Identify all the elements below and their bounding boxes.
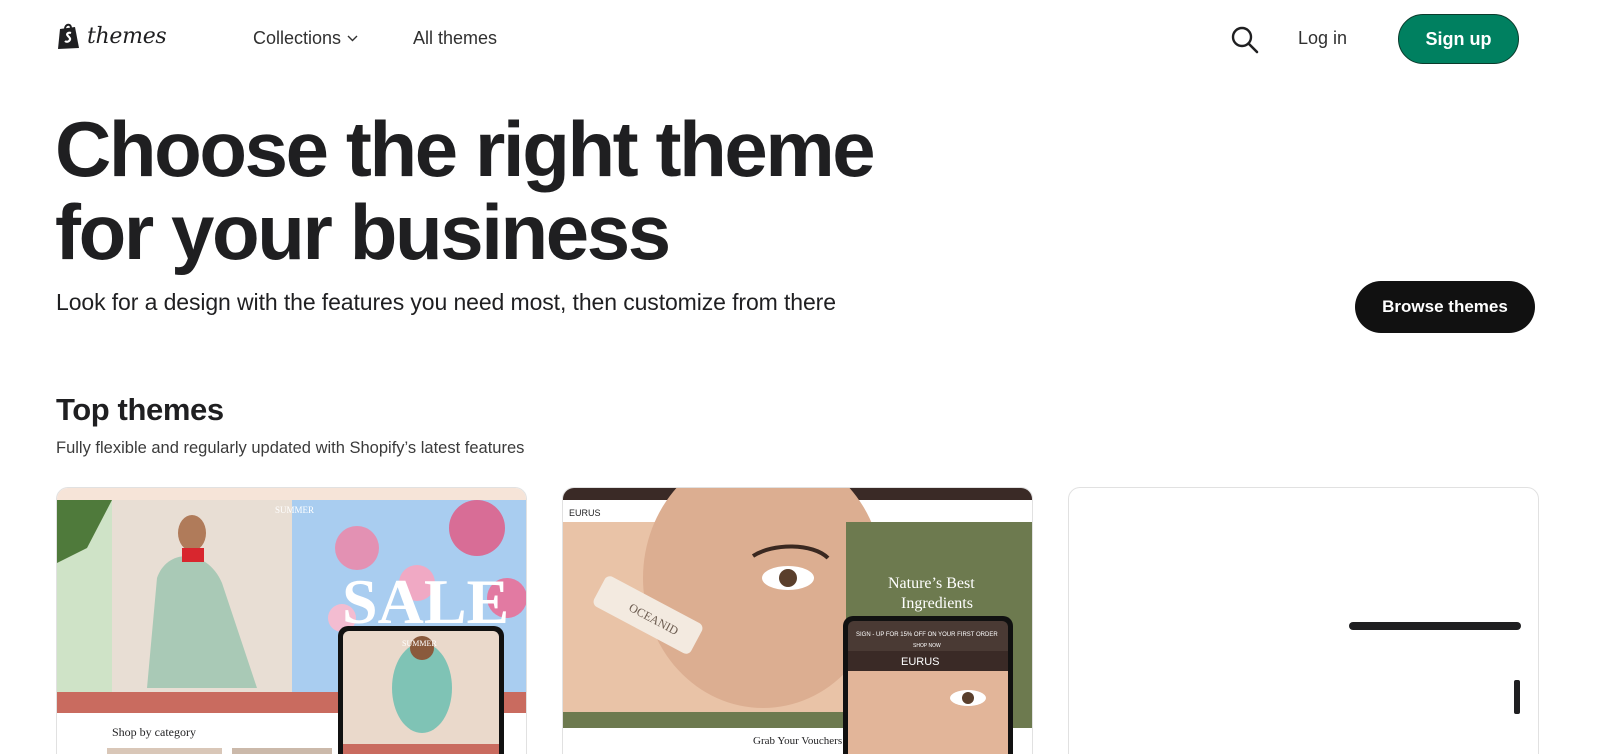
- theme-card-3[interactable]: [1068, 487, 1539, 754]
- hero-title-line2: for your business: [55, 188, 671, 276]
- theme-preview-1: SALE SUMMER Shop by category SUMMER: [57, 488, 526, 754]
- card1-phone-banner: SUMMER: [402, 639, 437, 648]
- card2-brand: EURUS: [569, 508, 601, 518]
- theme-preview-2: EURUS OCEANID Nature’s Best Ingredients …: [563, 488, 1032, 754]
- card2-headline-1: Nature’s Best: [888, 575, 975, 592]
- card1-banner-text: SUMMER: [275, 505, 314, 515]
- browse-themes-button[interactable]: Browse themes: [1355, 281, 1535, 333]
- top-themes-subtitle: Fully flexible and regularly updated wit…: [56, 439, 525, 457]
- card2-bottom-link: Vouchers: [801, 735, 842, 747]
- login-link[interactable]: Log in: [1298, 28, 1347, 49]
- chevron-down-icon: [347, 35, 358, 42]
- logo-text: themes: [87, 23, 167, 49]
- nav-all-themes-link[interactable]: All themes: [413, 28, 497, 49]
- card2-bottom-prefix: Grab Your: [753, 735, 801, 747]
- shopify-themes-logo[interactable]: themes: [56, 22, 167, 50]
- site-header: themes Collections All themes Log in Sig…: [0, 0, 1600, 82]
- nav-collections-dropdown[interactable]: Collections: [253, 28, 358, 49]
- hero-title: Choose the right theme for your business: [55, 108, 1055, 274]
- shopify-bag-icon: [58, 23, 79, 49]
- theme-card-2[interactable]: EURUS OCEANID Nature’s Best Ingredients …: [562, 487, 1033, 754]
- nav-collections-label: Collections: [253, 28, 342, 48]
- card2-headline-2: Ingredients: [901, 595, 973, 612]
- hero-title-line1: Choose the right theme: [55, 105, 876, 193]
- search-icon[interactable]: [1230, 25, 1260, 55]
- card1-section-title: Shop by category: [112, 725, 196, 739]
- theme-preview-3: [1349, 622, 1521, 714]
- theme-card-1[interactable]: SALE SUMMER Shop by category SUMMER: [56, 487, 527, 754]
- card2-phone-promo: SIGN - UP FOR 15% OFF ON YOUR FIRST ORDE…: [856, 632, 998, 638]
- top-themes-title: Top themes: [56, 392, 224, 427]
- card2-phone-brand: EURUS: [901, 656, 940, 668]
- card2-phone-shop: SHOP NOW: [913, 643, 941, 649]
- card2-bottom-text: Grab Your Vouchers: [753, 735, 842, 747]
- signup-button[interactable]: Sign up: [1398, 14, 1519, 64]
- hero-subtitle: Look for a design with the features you …: [56, 289, 836, 315]
